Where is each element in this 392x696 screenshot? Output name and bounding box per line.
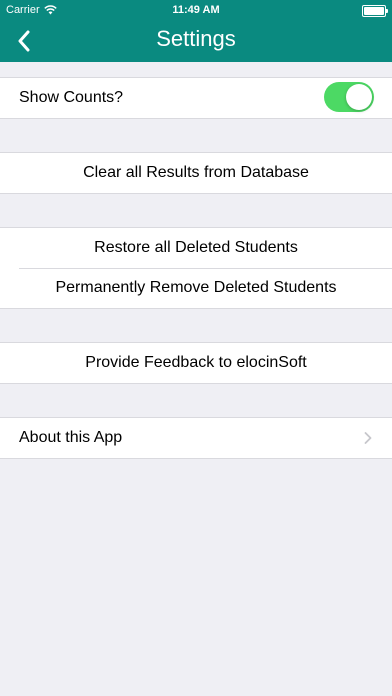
about-group: About this App bbox=[0, 417, 392, 459]
page-title: Settings bbox=[156, 26, 236, 51]
status-time: 11:49 AM bbox=[172, 4, 220, 16]
feedback-group: Provide Feedback to elocinSoft bbox=[0, 342, 392, 384]
show-counts-label: Show Counts? bbox=[19, 89, 124, 106]
remove-students-button[interactable]: Permanently Remove Deleted Students bbox=[0, 268, 392, 308]
database-group: Clear all Results from Database bbox=[0, 152, 392, 194]
navigation-bar: Settings bbox=[0, 20, 392, 62]
students-group: Restore all Deleted Students Permanently… bbox=[0, 227, 392, 309]
show-counts-toggle[interactable] bbox=[324, 82, 374, 112]
about-row[interactable]: About this App bbox=[0, 418, 392, 458]
show-counts-row: Show Counts? bbox=[0, 78, 392, 118]
display-settings-group: Show Counts? bbox=[0, 77, 392, 119]
chevron-right-icon bbox=[364, 432, 372, 444]
feedback-button[interactable]: Provide Feedback to elocinSoft bbox=[0, 343, 392, 383]
top-bar: Carrier 11:49 AM Settings bbox=[0, 0, 392, 62]
battery-icon bbox=[362, 5, 388, 17]
about-label: About this App bbox=[19, 429, 123, 446]
clear-results-button[interactable]: Clear all Results from Database bbox=[0, 153, 392, 193]
status-bar: Carrier 11:49 AM bbox=[0, 0, 392, 20]
restore-students-button[interactable]: Restore all Deleted Students bbox=[0, 228, 392, 268]
toggle-knob bbox=[346, 84, 372, 110]
